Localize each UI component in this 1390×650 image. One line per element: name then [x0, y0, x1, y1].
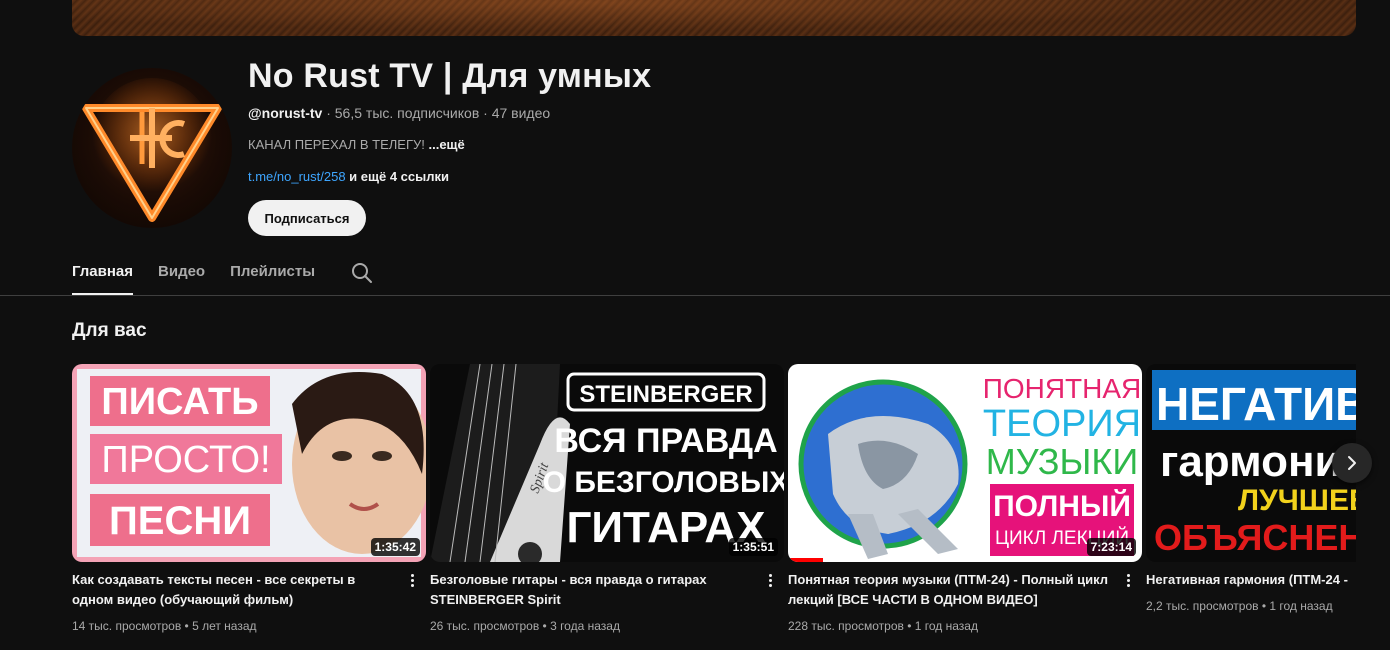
channel-handle: @norust-tv: [248, 105, 323, 121]
video-card[interactable]: Spirit STEINBERGER ВСЯ ПРАВДА О БЕЗГОЛОВ…: [430, 364, 784, 633]
channel-description[interactable]: КАНАЛ ПЕРЕХАЛ В ТЕЛЕГУ! ...ещё: [248, 137, 465, 152]
more-options-icon[interactable]: [404, 570, 420, 590]
channel-tabs: Главная Видео Плейлисты: [72, 254, 374, 296]
description-more-link[interactable]: ...ещё: [428, 137, 464, 152]
thumbnail-image: ПИСАТЬ ПРОСТО! ПЕСНИ: [72, 364, 426, 562]
video-meta: 14 тыс. просмотров • 5 лет назад: [72, 619, 257, 633]
channel-links[interactable]: t.me/no_rust/258 и ещё 4 ссылки: [248, 169, 449, 184]
thumb-text-3: ЛУЧШЕЕ: [1238, 484, 1356, 517]
thumb-text-3: МУЗЫКИ: [986, 441, 1139, 482]
video-duration: 1:35:42: [370, 538, 420, 556]
video-thumbnail[interactable]: ПИСАТЬ ПРОСТО! ПЕСНИ 1:35:42: [72, 364, 426, 562]
video-title[interactable]: Как создавать тексты песен - все секреты…: [72, 570, 392, 610]
thumb-text-4: ПОЛНЫЙ: [993, 489, 1131, 523]
channel-meta: @norust-tv · 56,5 тыс. подписчиков · 47 …: [248, 105, 550, 121]
thumbnail-image: Spirit STEINBERGER ВСЯ ПРАВДА О БЕЗГОЛОВ…: [430, 364, 784, 562]
subscribe-button[interactable]: Подписаться: [248, 200, 366, 236]
channel-logo-icon: [82, 78, 222, 222]
channel-link[interactable]: t.me/no_rust/258: [248, 169, 346, 184]
thumbnail-image: НЕГАТИВН гармони ЛУЧШЕЕ ОБЪЯСНЕНИЕ: [1146, 364, 1356, 562]
channel-banner[interactable]: [72, 0, 1356, 36]
video-meta: 228 тыс. просмотров • 1 год назад: [788, 619, 978, 633]
description-text: КАНАЛ ПЕРЕХАЛ В ТЕЛЕГУ!: [248, 137, 429, 152]
video-meta: 2,2 тыс. просмотров • 1 год назад: [1146, 599, 1333, 613]
links-more[interactable]: и ещё 4 ссылки: [346, 169, 449, 184]
thumb-text-3: ПЕСНИ: [109, 499, 251, 543]
search-icon[interactable]: [350, 261, 374, 285]
channel-page: No Rust TV | Для умных @norust-tv · 56,5…: [0, 0, 1390, 650]
channel-title: No Rust TV | Для умных: [248, 57, 652, 95]
watch-progress-bar: [788, 558, 824, 562]
thumb-text-2: гармони: [1160, 437, 1342, 486]
video-meta: 26 тыс. просмотров • 3 года назад: [430, 619, 620, 633]
shelf-next-button[interactable]: [1332, 443, 1372, 483]
tab-home[interactable]: Главная: [72, 254, 134, 296]
thumb-text-2: ПРОСТО!: [101, 439, 270, 481]
channel-avatar[interactable]: [72, 68, 232, 228]
more-options-icon[interactable]: [1120, 570, 1136, 590]
video-title[interactable]: Безголовые гитары - вся правда о гитарах…: [430, 570, 750, 610]
more-options-icon[interactable]: [762, 570, 778, 590]
video-shelf: ПИСАТЬ ПРОСТО! ПЕСНИ 1:35:42 Как создава…: [72, 364, 1356, 650]
thumb-text-2: ТЕОРИЯ: [983, 403, 1141, 445]
video-card[interactable]: ПИСАТЬ ПРОСТО! ПЕСНИ 1:35:42 Как создава…: [72, 364, 426, 633]
thumb-text-1: ПИСАТЬ: [101, 381, 258, 423]
thumb-text-1: STEINBERGER: [579, 381, 752, 408]
video-title[interactable]: Понятная теория музыки (ПТМ-24) - Полный…: [788, 570, 1108, 610]
thumb-text-1: ПОНЯТНАЯ: [983, 373, 1142, 404]
tabs-divider: [0, 295, 1390, 296]
video-card[interactable]: ПОНЯТНАЯ ТЕОРИЯ МУЗЫКИ ПОЛНЫЙ ЦИКЛ ЛЕКЦИ…: [788, 364, 1142, 633]
section-title: Для вас: [72, 320, 147, 341]
thumb-text-1: НЕГАТИВН: [1156, 378, 1356, 430]
tab-playlists[interactable]: Плейлисты: [230, 254, 315, 296]
video-title[interactable]: Негативная гармония (ПТМ-24 -: [1146, 570, 1356, 590]
video-card[interactable]: НЕГАТИВН гармони ЛУЧШЕЕ ОБЪЯСНЕНИЕ Негат…: [1146, 364, 1356, 613]
video-duration: 1:35:51: [728, 538, 778, 556]
tab-videos[interactable]: Видео: [158, 254, 205, 296]
thumb-text-4: ОБЪЯСНЕНИЕ: [1154, 517, 1356, 558]
video-thumbnail[interactable]: НЕГАТИВН гармони ЛУЧШЕЕ ОБЪЯСНЕНИЕ: [1146, 364, 1356, 562]
video-thumbnail[interactable]: ПОНЯТНАЯ ТЕОРИЯ МУЗЫКИ ПОЛНЫЙ ЦИКЛ ЛЕКЦИ…: [788, 364, 1142, 562]
thumb-text-2: ВСЯ ПРАВДА: [554, 422, 777, 460]
thumb-text-3: О БЕЗГОЛОВЫХ: [543, 466, 784, 499]
chevron-right-icon: [1348, 456, 1356, 470]
video-duration: 7:23:14: [1086, 538, 1136, 556]
channel-stats: · 56,5 тыс. подписчиков · 47 видео: [322, 105, 551, 121]
thumbnail-image: ПОНЯТНАЯ ТЕОРИЯ МУЗЫКИ ПОЛНЫЙ ЦИКЛ ЛЕКЦИ…: [788, 364, 1142, 562]
video-thumbnail[interactable]: Spirit STEINBERGER ВСЯ ПРАВДА О БЕЗГОЛОВ…: [430, 364, 784, 562]
